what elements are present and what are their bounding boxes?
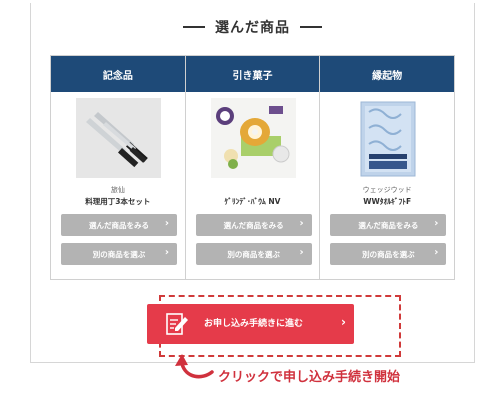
choose-other-item-button[interactable]: 別の商品を選ぶ ›: [330, 243, 447, 265]
view-selected-item-button[interactable]: 選んだ商品をみる ›: [195, 214, 312, 236]
choose-other-item-button[interactable]: 別の商品を選ぶ ›: [61, 243, 177, 265]
title-dash-right: [300, 26, 322, 28]
product-brand: 旅仙: [110, 186, 125, 194]
product-name: ｹﾞﾘﾝﾃﾞ･ﾊﾞｳﾑ NV: [224, 197, 281, 206]
view-selected-label: 選んだ商品をみる: [358, 220, 419, 230]
product-name: WWﾀｵﾙｷﾞﾌﾄF: [363, 197, 412, 206]
section-title: 選んだ商品: [215, 20, 290, 36]
chevron-right-icon: ›: [164, 247, 169, 258]
section-title-row: 選んだ商品: [31, 12, 474, 42]
chevron-right-icon: ›: [299, 247, 304, 258]
chevron-right-icon: ›: [434, 218, 439, 229]
product-grid: 記念品 旅仙 料理用丁3本セット 選んだ商品をみる › 別の商品を選ぶ › 引き…: [50, 55, 455, 280]
chevron-right-icon: ›: [164, 218, 169, 229]
kitchen-knife-set-image[interactable]: [76, 98, 161, 178]
proceed-button-label: お申し込み手続きに進む: [204, 319, 304, 329]
chevron-right-icon: ›: [299, 218, 304, 229]
column-header: 引き菓子: [185, 56, 320, 92]
product-column-hikigashi: 引き菓子 ｹﾞﾘﾝﾃﾞ･ﾊﾞｳﾑ NV 選んだ商品をみる › 別の商品を選ぶ ›: [185, 56, 321, 279]
view-selected-item-button[interactable]: 選んだ商品をみる ›: [330, 214, 447, 236]
product-name: 料理用丁3本セット: [85, 197, 151, 206]
title-dash-left: [183, 26, 205, 28]
choose-other-label: 別の商品を選ぶ: [92, 249, 146, 259]
column-header: 縁起物: [320, 56, 455, 92]
product-brand: ウェッジウッド: [362, 186, 412, 194]
choose-other-item-button[interactable]: 別の商品を選ぶ ›: [195, 243, 312, 265]
choose-other-label: 別の商品を選ぶ: [227, 249, 280, 259]
product-column-kinenhin: 記念品 旅仙 料理用丁3本セット 選んだ商品をみる › 別の商品を選ぶ ›: [51, 56, 186, 279]
curved-arrow-icon: [175, 354, 214, 379]
towel-gift-box-image[interactable]: [345, 98, 431, 178]
column-header: 記念品: [51, 56, 185, 92]
view-selected-item-button[interactable]: 選んだ商品をみる ›: [61, 214, 177, 236]
view-selected-label: 選んだ商品をみる: [223, 220, 284, 230]
chevron-right-icon: ›: [341, 315, 346, 329]
baumkuchen-cake-image[interactable]: [210, 98, 296, 178]
proceed-to-application-button[interactable]: お申し込み手続きに進む ›: [147, 304, 354, 344]
view-selected-label: 選んだ商品をみる: [89, 220, 149, 230]
chevron-right-icon: ›: [434, 247, 439, 258]
edit-form-icon: [165, 311, 189, 337]
choose-other-label: 別の商品を選ぶ: [362, 249, 415, 259]
click-hint-text: クリックで申し込み手続き開始: [218, 370, 401, 385]
product-column-engimono: 縁起物 ウェッジウッド WWﾀｵﾙｷﾞﾌﾄF 選んだ商品をみる › 別の商品を選…: [320, 56, 455, 279]
